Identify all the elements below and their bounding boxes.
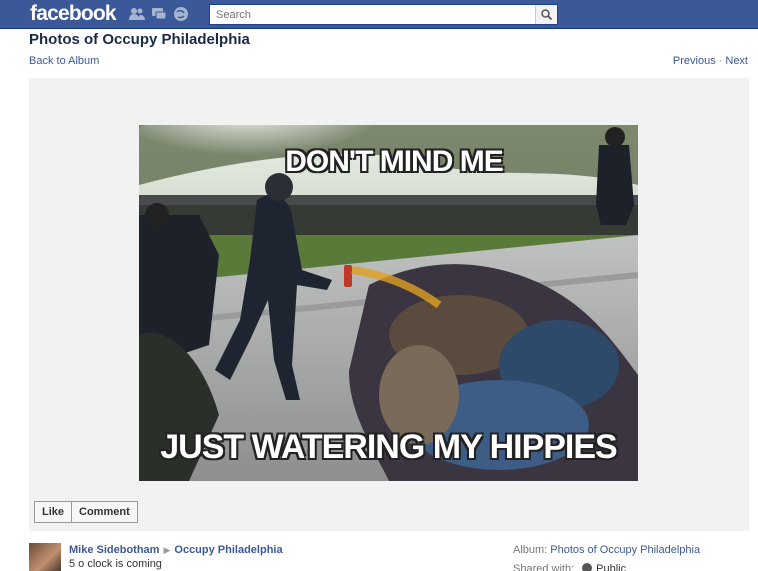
previous-link[interactable]: Previous <box>673 55 716 67</box>
photo-pager: Previous · Next <box>673 55 748 67</box>
globe-icon <box>582 563 593 571</box>
album-label: Album: <box>513 544 548 556</box>
shared-with: Shared with: Public <box>513 563 626 571</box>
album-link[interactable]: Photos of Occupy Philadelphia <box>550 544 700 556</box>
pager-separator: · <box>718 55 723 67</box>
shared-label: Shared with: <box>513 563 575 571</box>
search-input[interactable] <box>210 5 530 24</box>
search-button[interactable] <box>535 5 557 24</box>
back-to-album-link[interactable]: Back to Album <box>29 55 99 67</box>
facebook-logo[interactable]: facebook <box>30 2 117 26</box>
arrow-right-icon: ▶ <box>163 545 171 555</box>
photo-actions: Like Comment <box>34 501 138 523</box>
photo-owner: Mike Sidebotham ▶ Occupy Philadelphia <box>69 544 283 556</box>
meme-caption-bottom: JUST WATERING MY HIPPIES <box>160 428 617 466</box>
privacy-value[interactable]: Public <box>596 563 626 571</box>
owner-name-link[interactable]: Mike Sidebotham <box>69 544 159 556</box>
search-icon <box>541 9 552 20</box>
owner-album-link[interactable]: Occupy Philadelphia <box>174 544 282 556</box>
page-title: Photos of Occupy Philadelphia <box>29 31 250 48</box>
photo[interactable]: DON'T MIND ME JUST WATERING MY HIPPIES <box>139 125 638 481</box>
messages-icon[interactable] <box>150 6 168 22</box>
like-button[interactable]: Like <box>35 502 71 522</box>
top-bar: facebook <box>0 0 758 29</box>
search-box <box>209 4 558 25</box>
friend-requests-icon[interactable] <box>128 6 146 22</box>
album-info: Album: Photos of Occupy Philadelphia <box>513 544 700 556</box>
photo-stage: DON'T MIND ME JUST WATERING MY HIPPIES <box>29 78 749 531</box>
notifications-icon[interactable] <box>172 6 190 22</box>
photo-description: 5 o clock is coming <box>69 558 162 570</box>
meme-caption-top: DON'T MIND ME <box>285 145 503 178</box>
avatar[interactable] <box>29 543 61 571</box>
comment-button[interactable]: Comment <box>71 502 137 522</box>
next-link[interactable]: Next <box>725 55 748 67</box>
notification-jewels <box>128 6 190 22</box>
